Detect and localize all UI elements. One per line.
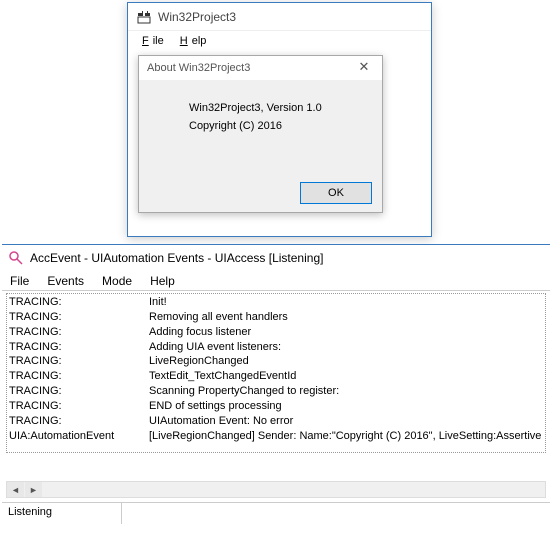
app-icon <box>136 9 152 25</box>
log-source: TRACING: <box>9 325 149 340</box>
menu-events[interactable]: Events <box>45 273 86 289</box>
log-source: TRACING: <box>9 384 149 399</box>
log-message: LiveRegionChanged <box>149 354 543 369</box>
accevent-titlebar[interactable]: AccEvent - UIAutomation Events - UIAcces… <box>2 245 550 271</box>
titlebar[interactable]: Win32Project3 <box>128 3 431 31</box>
window-title: Win32Project3 <box>158 10 236 24</box>
log-source: UIA:AutomationEvent <box>9 429 149 444</box>
log-row[interactable]: TRACING:END of settings processing <box>9 399 543 414</box>
log-message: END of settings processing <box>149 399 543 414</box>
log-row[interactable]: TRACING:TextEdit_TextChangedEventId <box>9 369 543 384</box>
scroll-left-icon[interactable]: ◄ <box>7 482 24 497</box>
about-version: Win32Project3, Version 1.0 <box>189 100 372 118</box>
menu-file[interactable]: File <box>134 34 168 48</box>
about-copyright: Copyright (C) 2016 <box>189 118 372 136</box>
accevent-icon <box>8 250 24 266</box>
log-source: TRACING: <box>9 354 149 369</box>
accevent-window: AccEvent - UIAutomation Events - UIAcces… <box>2 244 550 541</box>
log-row[interactable]: TRACING:Init! <box>9 295 543 310</box>
log-row[interactable]: TRACING:Scanning PropertyChanged to regi… <box>9 384 543 399</box>
horizontal-scrollbar[interactable]: ◄ ► <box>6 481 546 498</box>
menu-help[interactable]: Help <box>172 34 211 48</box>
log-source: TRACING: <box>9 399 149 414</box>
log-message: Init! <box>149 295 543 310</box>
log-row[interactable]: UIA:AutomationEvent[LiveRegionChanged] S… <box>9 429 543 444</box>
log-source: TRACING: <box>9 295 149 310</box>
status-text: Listening <box>2 503 122 524</box>
about-body: Win32Project3, Version 1.0 Copyright (C)… <box>139 80 382 145</box>
status-empty <box>122 503 550 524</box>
ok-button[interactable]: OK <box>300 182 372 204</box>
log-message: Adding UIA event listeners: <box>149 340 543 355</box>
menu-file-2[interactable]: File <box>8 273 31 289</box>
log-row[interactable]: TRACING:Removing all event handlers <box>9 310 543 325</box>
log-source: TRACING: <box>9 369 149 384</box>
accevent-title: AccEvent - UIAutomation Events - UIAcces… <box>30 251 323 265</box>
menu-mode[interactable]: Mode <box>100 273 134 289</box>
log-message: Adding focus listener <box>149 325 543 340</box>
log-row[interactable]: TRACING:Adding focus listener <box>9 325 543 340</box>
event-log[interactable]: TRACING:Init!TRACING:Removing all event … <box>6 293 546 453</box>
status-bar: Listening <box>2 502 550 524</box>
log-row[interactable]: TRACING:UIAutomation Event: No error <box>9 414 543 429</box>
log-message: Scanning PropertyChanged to register: <box>149 384 543 399</box>
log-message: TextEdit_TextChangedEventId <box>149 369 543 384</box>
menubar: File Help <box>128 31 431 51</box>
log-source: TRACING: <box>9 414 149 429</box>
log-row[interactable]: TRACING:Adding UIA event listeners: <box>9 340 543 355</box>
menu-help-2[interactable]: Help <box>148 273 177 289</box>
scroll-right-icon[interactable]: ► <box>25 482 42 497</box>
about-title-text: About Win32Project3 <box>147 62 250 74</box>
log-source: TRACING: <box>9 340 149 355</box>
about-dialog: About Win32Project3 ✕ Win32Project3, Ver… <box>138 55 383 213</box>
log-row[interactable]: TRACING:LiveRegionChanged <box>9 354 543 369</box>
about-titlebar[interactable]: About Win32Project3 ✕ <box>139 56 382 80</box>
close-icon[interactable]: ✕ <box>350 58 378 76</box>
log-message: UIAutomation Event: No error <box>149 414 543 429</box>
win32project3-window: Win32Project3 File Help About Win32Proje… <box>127 2 432 237</box>
accevent-menubar: File Events Mode Help <box>2 271 550 291</box>
log-message: [LiveRegionChanged] Sender: Name:"Copyri… <box>149 429 543 444</box>
log-message: Removing all event handlers <box>149 310 543 325</box>
log-source: TRACING: <box>9 310 149 325</box>
